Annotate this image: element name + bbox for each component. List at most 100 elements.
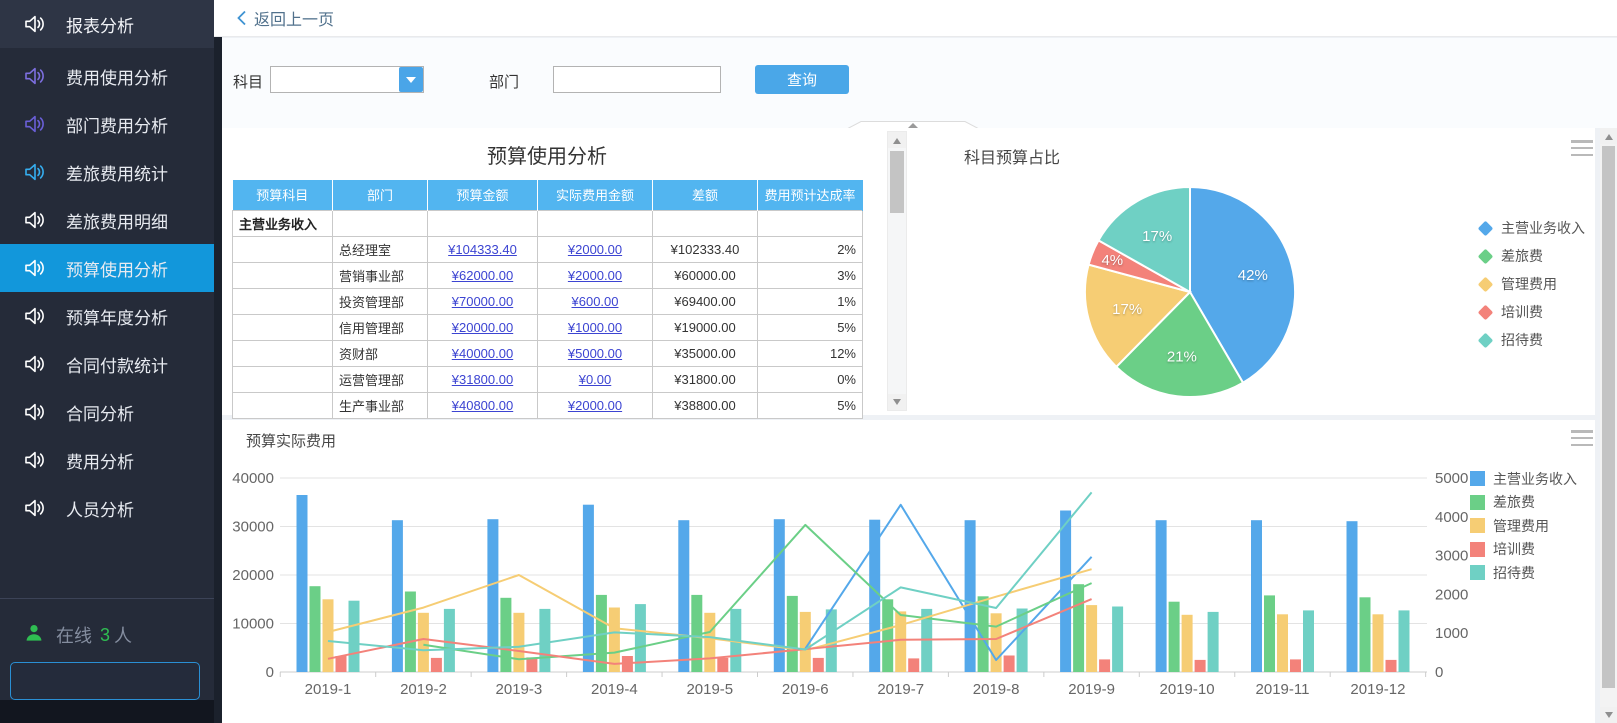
bar[interactable]	[405, 592, 416, 673]
bar[interactable]	[1017, 609, 1028, 673]
query-button[interactable]: 查询	[755, 65, 849, 94]
bar[interactable]	[1073, 584, 1084, 672]
sidebar-item-2[interactable]: 部门费用分析	[0, 100, 214, 148]
legend-item[interactable]: 培训费	[1470, 538, 1577, 562]
sidebar-item-10[interactable]: 人员分析	[0, 484, 214, 532]
sidebar-item-6[interactable]: 预算年度分析	[0, 292, 214, 340]
bar[interactable]	[431, 658, 442, 672]
bar[interactable]	[444, 609, 455, 672]
bar[interactable]	[678, 520, 689, 672]
bar[interactable]	[965, 520, 976, 672]
legend-item[interactable]: 培训费	[1480, 298, 1585, 326]
bar[interactable]	[1195, 660, 1206, 672]
sidebar-item-8[interactable]: 合同分析	[0, 388, 214, 436]
bar[interactable]	[1386, 660, 1397, 672]
scroll-up-icon[interactable]	[888, 132, 906, 148]
bar[interactable]	[1360, 597, 1371, 672]
bar[interactable]	[609, 608, 620, 673]
legend-item[interactable]: 管理费用	[1470, 514, 1577, 538]
bar[interactable]	[526, 657, 537, 672]
bar[interactable]	[1086, 605, 1097, 672]
line-series[interactable]	[328, 569, 1092, 650]
bar[interactable]	[717, 658, 728, 672]
bar[interactable]	[392, 520, 403, 672]
bar[interactable]	[1264, 595, 1275, 672]
sidebar-item-3[interactable]: 差旅费用统计	[0, 148, 214, 196]
bar[interactable]	[1182, 615, 1193, 672]
bar[interactable]	[991, 613, 1002, 672]
page-scrollbar[interactable]	[1600, 128, 1617, 723]
scroll-down-icon[interactable]	[1600, 707, 1617, 723]
bar[interactable]	[787, 596, 798, 672]
amount-link[interactable]: ¥0.00	[579, 372, 612, 387]
bar[interactable]	[1373, 614, 1384, 672]
menu-icon[interactable]	[1571, 140, 1593, 156]
legend-item[interactable]: 差旅费	[1480, 242, 1585, 270]
amount-link[interactable]: ¥5000.00	[568, 346, 622, 361]
sidebar-item-1[interactable]: 费用使用分析	[0, 52, 214, 100]
bar[interactable]	[1347, 521, 1358, 672]
legend-item[interactable]: 主营业务收入	[1480, 214, 1585, 242]
scroll-up-icon[interactable]	[1600, 128, 1617, 144]
bar[interactable]	[1099, 659, 1110, 672]
amount-link[interactable]: ¥600.00	[572, 294, 619, 309]
amount-link[interactable]: ¥2000.00	[568, 398, 622, 413]
legend-item[interactable]: 主营业务收入	[1470, 467, 1577, 491]
bar[interactable]	[774, 519, 785, 672]
amount-link[interactable]: ¥40800.00	[452, 398, 513, 413]
chevron-down-icon[interactable]	[399, 67, 423, 92]
sidebar-item-4[interactable]: 差旅费用明细	[0, 196, 214, 244]
menu-icon[interactable]	[1571, 430, 1593, 446]
amount-link[interactable]: ¥31800.00	[452, 372, 513, 387]
bar[interactable]	[1112, 607, 1123, 673]
bar[interactable]	[418, 613, 429, 672]
amount-link[interactable]: ¥70000.00	[452, 294, 513, 309]
bar[interactable]	[310, 586, 321, 672]
bar[interactable]	[500, 598, 511, 672]
bar[interactable]	[882, 599, 893, 672]
bar[interactable]	[1208, 612, 1219, 672]
table-scrollbar-thumb[interactable]	[890, 151, 904, 213]
bar[interactable]	[813, 658, 824, 672]
amount-link[interactable]: ¥62000.00	[452, 268, 513, 283]
bar[interactable]	[336, 656, 347, 672]
bar[interactable]	[1251, 520, 1262, 672]
bar[interactable]	[513, 613, 524, 672]
bar[interactable]	[1303, 610, 1314, 672]
bar[interactable]	[908, 658, 919, 672]
scroll-down-icon[interactable]	[888, 394, 906, 410]
legend-item[interactable]: 管理费用	[1480, 270, 1585, 298]
subject-select[interactable]	[270, 66, 424, 93]
sidebar-search-input[interactable]	[11, 673, 226, 690]
sidebar-item-9[interactable]: 费用分析	[0, 436, 214, 484]
department-input[interactable]	[553, 66, 721, 93]
amount-link[interactable]: ¥2000.00	[568, 268, 622, 283]
bar[interactable]	[826, 609, 837, 672]
amount-link[interactable]: ¥20000.00	[452, 320, 513, 335]
legend-item[interactable]: 差旅费	[1470, 491, 1577, 515]
bar[interactable]	[704, 613, 715, 672]
panel-collapse-handle[interactable]	[843, 118, 983, 128]
amount-link[interactable]: ¥104333.40	[448, 242, 517, 257]
bar[interactable]	[1169, 602, 1180, 672]
sidebar-item-5[interactable]: 预算使用分析	[0, 244, 214, 292]
bar[interactable]	[349, 601, 360, 672]
bar[interactable]	[1060, 511, 1071, 673]
amount-link[interactable]: ¥40000.00	[452, 346, 513, 361]
bar[interactable]	[1156, 520, 1167, 672]
sidebar-item-7[interactable]: 合同付款统计	[0, 340, 214, 388]
legend-item[interactable]: 招待费	[1470, 561, 1577, 585]
amount-link[interactable]: ¥2000.00	[568, 242, 622, 257]
bar[interactable]	[323, 599, 334, 672]
bar[interactable]	[895, 611, 906, 672]
amount-link[interactable]: ¥1000.00	[568, 320, 622, 335]
back-button[interactable]: 返回上一页	[236, 6, 334, 30]
bar[interactable]	[539, 609, 550, 672]
bar[interactable]	[1277, 614, 1288, 672]
bar[interactable]	[583, 505, 594, 672]
bar[interactable]	[1004, 656, 1015, 673]
bar[interactable]	[297, 495, 308, 672]
table-scrollbar[interactable]	[887, 131, 907, 411]
bar[interactable]	[1290, 659, 1301, 672]
page-scrollbar-thumb[interactable]	[1602, 146, 1615, 688]
